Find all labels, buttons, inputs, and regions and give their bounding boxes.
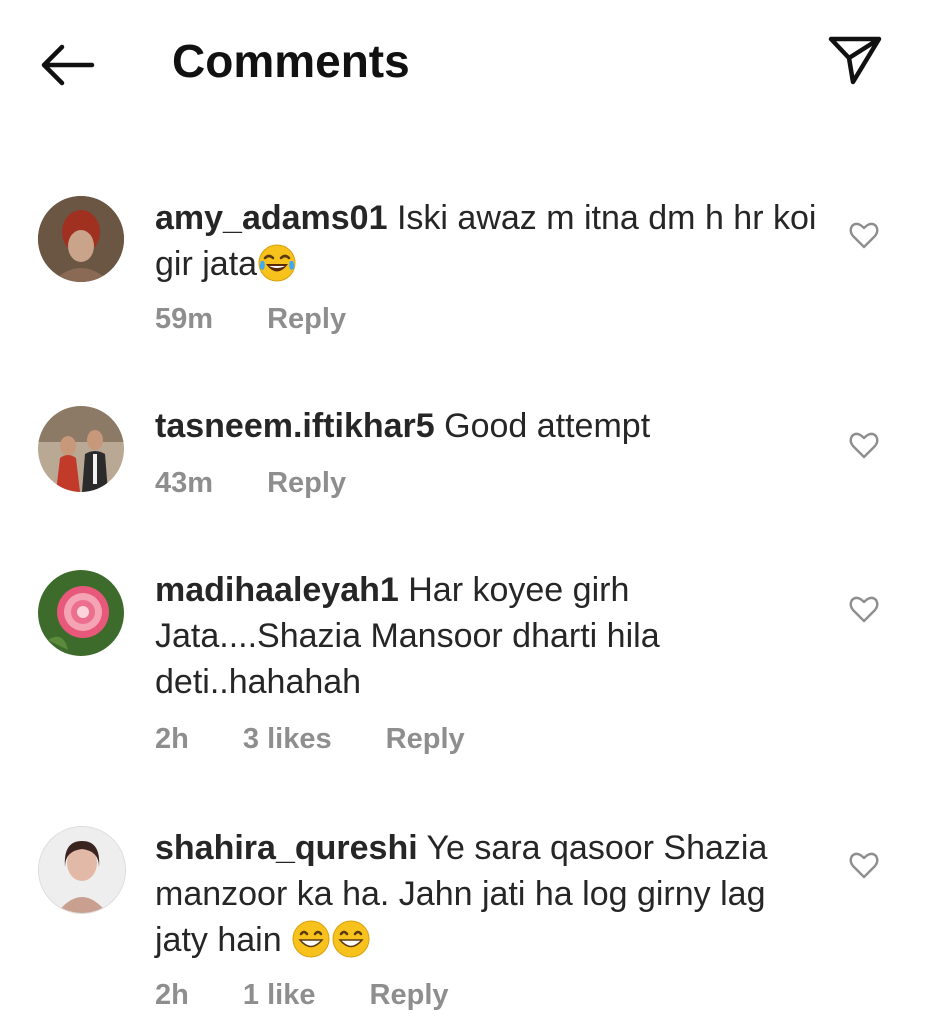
comment-meta: 59m Reply <box>155 303 392 336</box>
tears-of-joy-emoji-icon <box>258 244 296 282</box>
comment-time: 59m <box>155 303 214 335</box>
grinning-smile-emoji-icon <box>332 920 370 958</box>
comment-text: madihaaleyah1 Har koyee girh Jata....Sha… <box>155 567 820 705</box>
heart-icon[interactable] <box>848 850 880 880</box>
comment-likes[interactable]: 3 likes <box>243 723 332 755</box>
reply-button[interactable]: Reply <box>370 979 449 1011</box>
comment-body: Good attempt <box>444 407 651 445</box>
reply-button[interactable]: Reply <box>386 723 465 755</box>
comment-text: tasneem.iftikhar5 Good attempt <box>155 403 820 449</box>
comment-text: shahira_qureshi Ye sara qasoor Shazia ma… <box>155 825 820 963</box>
comment-meta: 43m Reply <box>155 467 392 500</box>
app-header: Comments <box>0 0 930 130</box>
heart-icon[interactable] <box>848 430 880 460</box>
heart-icon[interactable] <box>848 594 880 624</box>
paper-plane-icon[interactable] <box>826 34 884 86</box>
avatar[interactable] <box>38 570 124 656</box>
reply-button[interactable]: Reply <box>267 303 346 335</box>
comment-username[interactable]: madihaaleyah1 <box>155 571 399 609</box>
page-title: Comments <box>172 35 410 87</box>
comment-text: amy_adams01 Iski awaz m itna dm h hr koi… <box>155 195 820 287</box>
avatar[interactable] <box>38 406 124 492</box>
comment-username[interactable]: shahira_qureshi <box>155 829 418 867</box>
avatar[interactable] <box>38 826 126 914</box>
comment-time: 2h <box>155 723 189 755</box>
comment-meta: 2h 3 likes Reply <box>155 723 511 756</box>
comment-meta: 2h 1 like Reply <box>155 979 495 1012</box>
comment-username[interactable]: amy_adams01 <box>155 199 388 237</box>
comment-time: 43m <box>155 467 214 499</box>
arrow-left-icon[interactable] <box>36 40 96 90</box>
avatar[interactable] <box>38 196 124 282</box>
grinning-smile-emoji-icon <box>292 920 330 958</box>
comment-likes[interactable]: 1 like <box>243 979 316 1011</box>
reply-button[interactable]: Reply <box>267 467 346 499</box>
comment-username[interactable]: tasneem.iftikhar5 <box>155 407 435 445</box>
comment-time: 2h <box>155 979 189 1011</box>
heart-icon[interactable] <box>848 220 880 250</box>
